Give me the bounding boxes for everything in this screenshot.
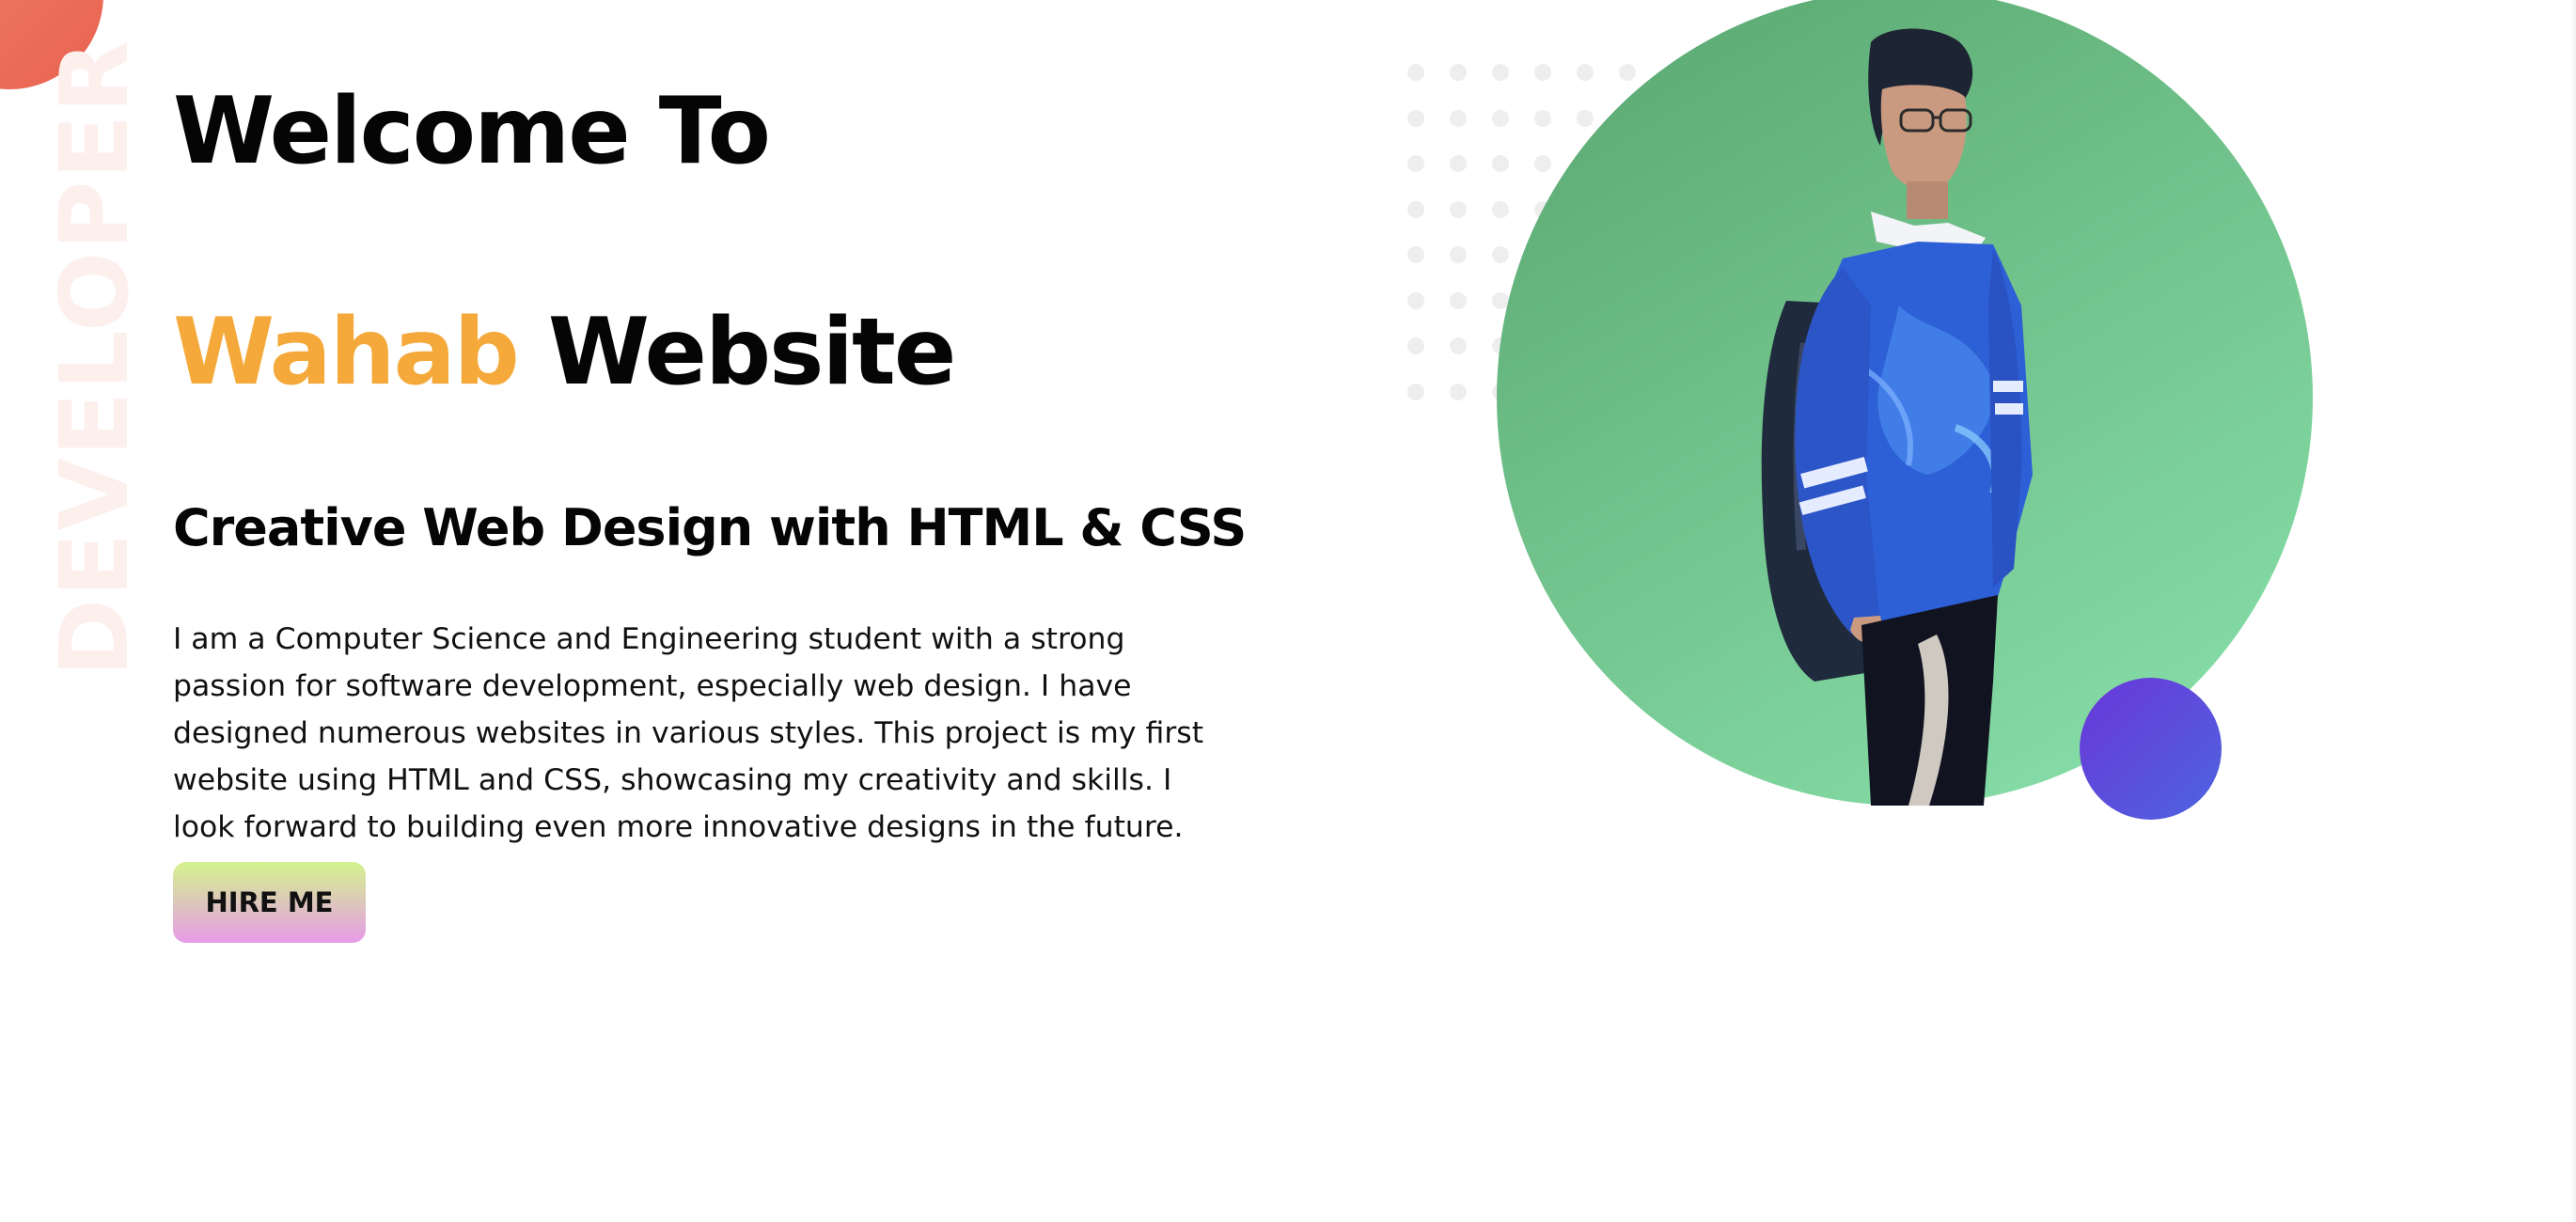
profile-photo [1761,28,2033,806]
decorative-purple-circle [2080,678,2222,820]
grid-dot [1450,109,1467,127]
grid-dot [1492,109,1509,127]
grid-dot [1407,64,1424,81]
grid-dot [1619,64,1636,81]
hire-me-button[interactable]: HIRE ME [173,862,366,943]
grid-dot [1407,337,1424,354]
grid-dot [1407,246,1424,263]
hero-title-line-1: Welcome To [173,78,771,185]
hero-title-website: Website [517,299,956,406]
grid-dot [1450,246,1467,263]
grid-dot [1407,200,1424,218]
grid-dot [1450,64,1467,81]
hero-title-line-2: Wahab Website [173,296,1245,409]
grid-dot [1450,200,1467,218]
grid-dot [1407,291,1424,309]
grid-dot [1407,155,1424,172]
grid-dot [1534,155,1551,172]
grid-dot [1450,337,1467,354]
portfolio-page: DEVELOPER Welcome To Wahab Website Creat… [0,0,2576,1222]
grid-dot [1407,383,1424,400]
grid-dot [1492,246,1509,263]
grid-dot [1450,291,1467,309]
grid-dot [1577,109,1594,127]
grid-dot [1492,200,1509,218]
grid-dot [1450,155,1467,172]
grid-dot [1492,155,1509,172]
grid-dot [1450,383,1467,400]
hero-subtitle: Creative Web Design with HTML & CSS [173,498,1247,557]
grid-dot [1534,64,1551,81]
hero-description: I am a Computer Science and Engineering … [173,622,1204,844]
grid-dot [1407,109,1424,127]
grid-dot [1534,109,1551,127]
hero-text-section: Welcome To Wahab Website Creative Web De… [173,75,1247,943]
hero-title-accent-name: Wahab [173,299,520,406]
grid-dot [1577,64,1594,81]
vertical-background-word: DEVELOPER [39,39,149,677]
grid-dot [1492,64,1509,81]
page-edge-shadow [2570,0,2576,1222]
